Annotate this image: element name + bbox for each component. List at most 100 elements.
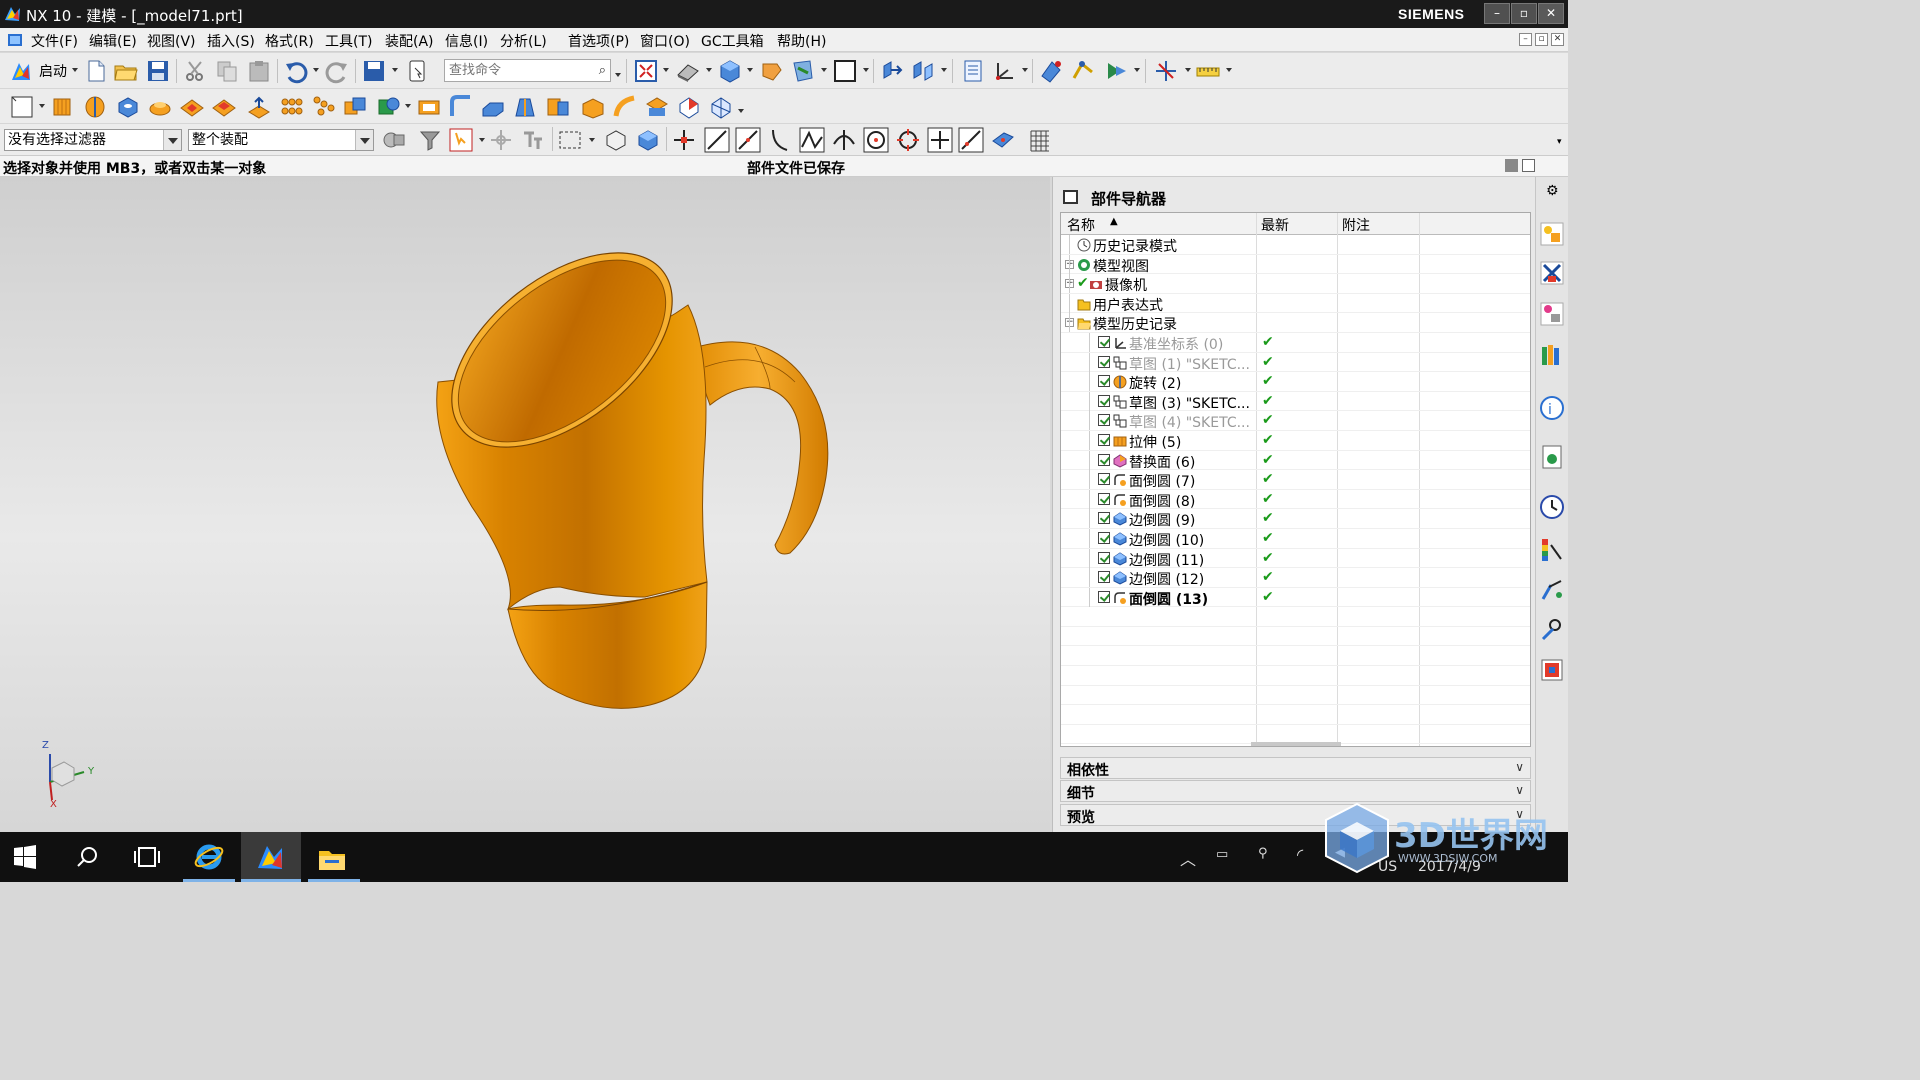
start-dropdown-icon[interactable] (72, 68, 78, 72)
details-panel[interactable]: 细节 ∨ (1060, 780, 1531, 802)
start-label[interactable]: 启动 (39, 61, 67, 81)
chevron-down-icon[interactable] (355, 130, 373, 150)
save-icon[interactable] (145, 58, 171, 84)
column-notes[interactable]: 附注 (1342, 215, 1370, 235)
assembly-navigator-icon[interactable] (1539, 221, 1565, 247)
search-icon[interactable]: ⌕ (599, 63, 606, 78)
close-button[interactable]: ✕ (1538, 3, 1564, 24)
chevron-down-icon[interactable]: ∨ (1515, 760, 1524, 774)
synchronous-modeling-icon[interactable] (676, 94, 702, 120)
status-restore-icon[interactable] (1522, 159, 1535, 172)
motion-dropdown-icon[interactable] (1134, 68, 1140, 72)
tree-row[interactable]: 草图 (4) "SKETC... ✔ (1061, 411, 1530, 431)
battery-icon[interactable]: ▭ (1216, 847, 1228, 862)
motion-tool-icon[interactable] (1104, 58, 1130, 84)
swept-icon[interactable] (612, 94, 638, 120)
tree-row[interactable]: 边倒圆 (9) ✔ (1061, 509, 1530, 529)
search-dropdown-icon[interactable] (615, 73, 621, 77)
pattern-geometry-icon[interactable] (311, 94, 337, 120)
menu-insert[interactable]: 插入(S) (207, 31, 255, 51)
select-all-icon[interactable] (448, 127, 474, 153)
snap-control-point-icon[interactable] (799, 127, 825, 153)
snap-dropdown-icon[interactable] (1185, 68, 1191, 72)
rectangle-select-icon[interactable] (557, 127, 583, 153)
snap-quadrant-icon[interactable] (895, 127, 921, 153)
pattern-feature-icon[interactable] (278, 94, 304, 120)
web-browser-icon[interactable]: i (1539, 395, 1565, 421)
fit-dropdown-icon[interactable] (663, 68, 669, 72)
sketch-dropdown-icon[interactable] (39, 104, 45, 108)
undo-dropdown-icon[interactable] (313, 68, 319, 72)
menu-analysis[interactable]: 分析(L) (500, 31, 547, 51)
doc-close-button[interactable]: ✕ (1551, 33, 1564, 46)
restore-button[interactable]: ▫ (1511, 3, 1537, 24)
point-tool-icon[interactable] (1038, 58, 1064, 84)
reuse-library-icon[interactable] (1539, 342, 1565, 368)
intent-rule-icon[interactable] (520, 127, 546, 153)
tree-row[interactable]: 用户表达式 (1061, 293, 1530, 314)
tree-row[interactable]: 草图 (1) "SKETC... ✔ (1061, 352, 1530, 373)
touch-mode-icon[interactable] (405, 58, 431, 84)
doc-minimize-button[interactable]: – (1519, 33, 1532, 46)
tree-row[interactable]: 草图 (3) "SKETC... ✔ (1061, 391, 1530, 412)
snap-grid-icon[interactable] (1027, 127, 1053, 153)
tray-chevron-up-icon[interactable]: ︿ (1180, 846, 1196, 870)
part-navigator-tab-icon[interactable] (1539, 301, 1565, 327)
subtract-dropdown-icon[interactable] (405, 104, 411, 108)
navigator-tree[interactable]: 名称 ▲ 最新 附注 历史记录模式+模型视图+✔摄像机用户表达式−模型历史记录基… (1060, 212, 1531, 747)
cut-icon[interactable] (182, 58, 208, 84)
feature-checkbox[interactable] (1098, 551, 1110, 564)
history-palette-icon[interactable] (1539, 444, 1565, 470)
snap-midpoint-icon[interactable] (735, 127, 761, 153)
offset-face-icon[interactable] (580, 94, 606, 120)
palette-icon[interactable] (1539, 657, 1565, 683)
doc-restore-button[interactable]: ▫ (1535, 33, 1548, 46)
mug-model[interactable] (0, 177, 1050, 832)
section-dropdown-icon[interactable] (821, 68, 827, 72)
menu-view[interactable]: 视图(V) (147, 31, 196, 51)
assembly-constraint-icon[interactable] (911, 58, 937, 84)
trim-body-icon[interactable] (545, 94, 571, 120)
feature-checkbox[interactable] (1098, 571, 1110, 584)
replace-face-icon[interactable] (708, 94, 734, 120)
save-as-icon[interactable] (361, 58, 387, 84)
menu-format[interactable]: 格式(R) (265, 31, 314, 51)
menu-information[interactable]: 信息(I) (445, 31, 488, 51)
feature-checkbox[interactable] (1098, 355, 1110, 368)
tree-row[interactable]: 面倒圆 (7) ✔ (1061, 470, 1530, 490)
system-scene-icon[interactable] (1539, 617, 1565, 643)
snap-existing-point-icon[interactable] (927, 127, 953, 153)
windows-start-icon[interactable] (13, 845, 37, 869)
sketch-icon[interactable] (9, 94, 35, 120)
tree-row[interactable]: 历史记录模式 (1061, 235, 1530, 255)
start-icon[interactable] (9, 58, 35, 84)
navigator-splitter[interactable] (1251, 742, 1341, 746)
snap-point-icon[interactable] (488, 127, 514, 153)
toolbar-overflow-icon[interactable]: ▾ (1557, 137, 1562, 147)
edge-blend-icon[interactable] (448, 94, 474, 120)
fit-view-icon[interactable] (633, 58, 659, 84)
undo-icon[interactable] (283, 58, 309, 84)
rectangle-dropdown-icon[interactable] (589, 138, 595, 142)
column-latest[interactable]: 最新 (1261, 215, 1289, 235)
command-search[interactable]: ⌕ (444, 59, 611, 82)
gear-icon[interactable]: ⚙ (1546, 183, 1559, 199)
orient-view-icon[interactable] (717, 58, 743, 84)
pocket-icon[interactable] (179, 94, 205, 120)
constraint-dropdown-icon[interactable] (941, 68, 947, 72)
snap-point-on-face-icon[interactable] (990, 127, 1016, 153)
menu-preferences[interactable]: 首选项(P) (568, 31, 629, 51)
new-file-icon[interactable] (83, 58, 109, 84)
redo-icon[interactable] (324, 58, 350, 84)
feature-checkbox[interactable] (1098, 492, 1110, 505)
tree-row[interactable]: 替换面 (6) ✔ (1061, 450, 1530, 471)
save-dropdown-icon[interactable] (392, 68, 398, 72)
chevron-down-icon[interactable] (163, 130, 181, 150)
column-name[interactable]: 名称 (1067, 215, 1095, 235)
tree-row[interactable]: 面倒圆 (8) ✔ (1061, 489, 1530, 510)
edit-section-icon[interactable] (790, 58, 816, 84)
tree-row[interactable]: 基准坐标系 (0) ✔ (1061, 332, 1530, 353)
copy-icon[interactable] (214, 58, 240, 84)
feature-checkbox[interactable] (1098, 335, 1110, 348)
layer-settings-icon[interactable] (832, 58, 858, 84)
